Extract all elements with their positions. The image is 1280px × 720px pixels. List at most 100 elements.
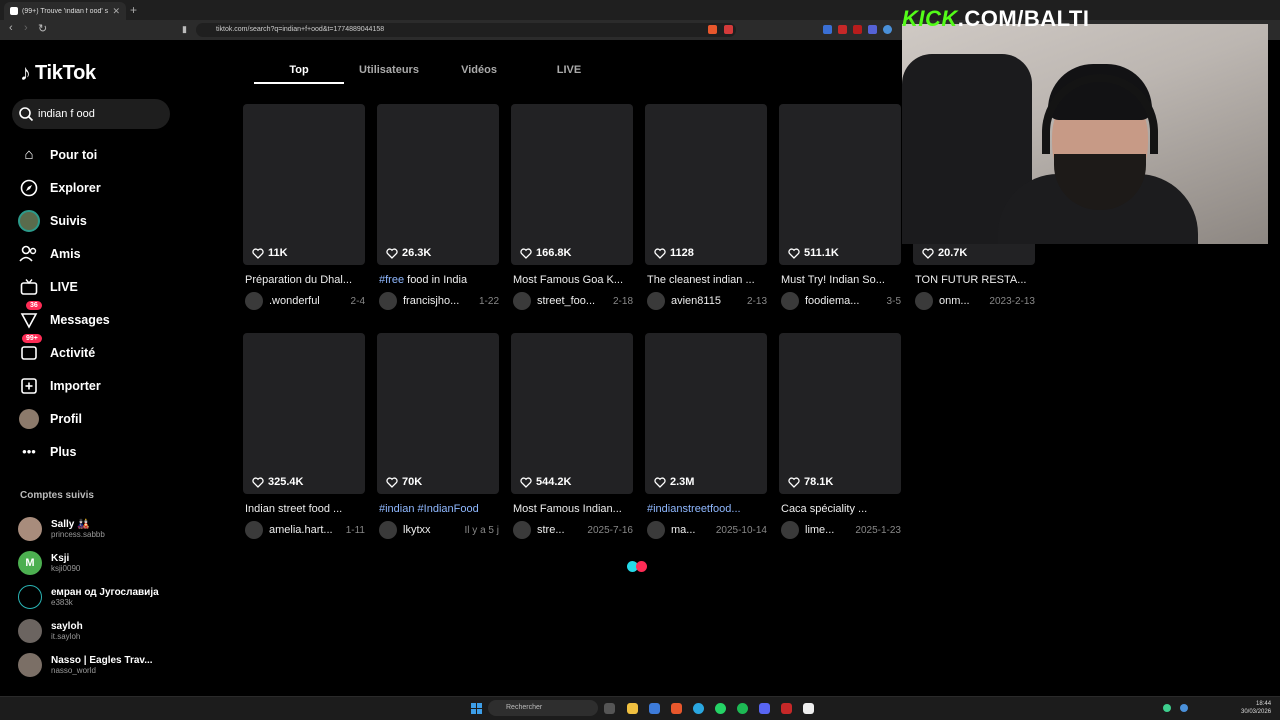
video-card[interactable]: 1128 The cleanest indian ... avien8115 2-13 (645, 104, 767, 310)
video-thumbnail[interactable]: 544.2K (511, 333, 633, 494)
profile-icon[interactable] (883, 25, 892, 34)
author-avatar[interactable] (379, 521, 397, 539)
tab-videos[interactable]: Vidéos (434, 58, 524, 84)
video-card[interactable]: 2.3M #indianstreetfood... ma... 2025-10-14 (645, 333, 767, 539)
video-thumbnail[interactable]: 511.1K (779, 104, 901, 265)
video-title[interactable]: Indian street food ... (243, 503, 365, 515)
tab-live[interactable]: LIVE (524, 58, 614, 84)
author-avatar[interactable] (781, 521, 799, 539)
author-avatar[interactable] (245, 292, 263, 310)
author-avatar[interactable] (781, 292, 799, 310)
author-name[interactable]: foodiema... (805, 295, 881, 307)
video-title[interactable]: #indian #IndianFood (377, 503, 499, 515)
followed-account[interactable]: M Ksji ksji0090 (18, 546, 188, 580)
author-name[interactable]: amelia.hart... (269, 524, 340, 536)
sidebar-item-pour-toi[interactable]: ⌂ Pour toi (18, 138, 178, 171)
video-thumbnail[interactable]: 26.3K (377, 104, 499, 265)
spotify-icon[interactable] (737, 703, 748, 714)
author-avatar[interactable] (647, 292, 665, 310)
brave-browser-icon[interactable] (671, 703, 682, 714)
extension-icon[interactable] (724, 25, 733, 34)
tiktok-logo[interactable]: ♪ TikTok (20, 60, 96, 86)
forward-icon[interactable]: › (24, 22, 28, 34)
video-hashtag[interactable]: #free (379, 274, 404, 286)
sidebar-item-messages[interactable]: 36 Messages (18, 301, 178, 336)
video-card[interactable]: 544.2K Most Famous Indian... stre... 2025-7… (511, 333, 633, 539)
discord-icon[interactable] (759, 703, 770, 714)
video-title[interactable]: Most Famous Indian... (511, 503, 633, 515)
video-card[interactable]: 11K Préparation du Dhal... .wonderful 2-4 (243, 104, 365, 310)
file-explorer-icon[interactable] (627, 703, 638, 714)
reload-icon[interactable]: ↻ (38, 22, 47, 35)
sidebar-item-plus[interactable]: ••• Plus (18, 435, 178, 468)
tab-utilisateurs[interactable]: Utilisateurs (344, 58, 434, 84)
video-card[interactable]: 325.4K Indian street food ... amelia.hart.… (243, 333, 365, 539)
author-avatar[interactable] (915, 292, 933, 310)
sidebar-item-explorer[interactable]: Explorer (18, 171, 178, 204)
video-title[interactable]: Caca spéciality ... (779, 503, 901, 515)
video-thumbnail[interactable]: 11K (243, 104, 365, 265)
tray-icon[interactable] (1180, 704, 1188, 712)
video-thumbnail[interactable]: 1128 (645, 104, 767, 265)
video-card[interactable]: 78.1K Caca spéciality ... lime... 2025-1-23 (779, 333, 901, 539)
author-name[interactable]: avien8115 (671, 295, 741, 307)
followed-account[interactable]: sayloh it.sayloh (18, 614, 188, 648)
video-hashtag[interactable]: #indianstreetfood... (647, 503, 741, 515)
video-hashtag[interactable]: #indian #IndianFood (379, 503, 479, 515)
video-card[interactable]: 26.3K #free food in India francisjho... 1-2… (377, 104, 499, 310)
sidebar-item-amis[interactable]: Amis (18, 237, 178, 270)
taskview-icon[interactable] (604, 703, 615, 714)
notion-icon[interactable] (803, 703, 814, 714)
video-title[interactable]: Most Famous Goa K... (511, 274, 633, 286)
sidebar-item-suivis[interactable]: Suivis (18, 204, 178, 237)
video-title[interactable]: #indianstreetfood... (645, 503, 767, 515)
author-name[interactable]: francisjho... (403, 295, 473, 307)
author-name[interactable]: lkytxx (403, 524, 459, 536)
video-thumbnail[interactable]: 70K (377, 333, 499, 494)
author-name[interactable]: ma... (671, 524, 710, 536)
bookmark-icon[interactable]: ▮ (182, 24, 187, 35)
extension-icon[interactable] (853, 25, 862, 34)
whatsapp-icon[interactable] (715, 703, 726, 714)
search-input[interactable] (38, 108, 158, 120)
video-card[interactable]: 166.8K Most Famous Goa K... street_foo... 2… (511, 104, 633, 310)
followed-account[interactable]: Sally 🎎 princess.sabbb (18, 512, 188, 546)
video-card[interactable]: 511.1K Must Try! Indian So... foodiema... 3… (779, 104, 901, 310)
sidebar-item-activite[interactable]: 99+ Activité (18, 334, 178, 369)
author-avatar[interactable] (513, 521, 531, 539)
sidebar-item-profil[interactable]: Profil (18, 402, 178, 435)
system-clock[interactable]: 18:44 30/03/2026 (1241, 700, 1271, 716)
author-avatar[interactable] (647, 521, 665, 539)
video-title[interactable]: Préparation du Dhal... (243, 274, 365, 286)
url-bar[interactable]: tiktok.com/search?q=indian+f+ood&t=17748… (196, 23, 736, 37)
close-tab-icon[interactable]: ✕ (112, 6, 120, 17)
author-name[interactable]: stre... (537, 524, 581, 536)
extension-icon[interactable] (823, 25, 832, 34)
author-avatar[interactable] (245, 521, 263, 539)
telegram-icon[interactable] (693, 703, 704, 714)
video-title[interactable]: #free food in India (377, 274, 499, 286)
video-card[interactable]: 70K #indian #IndianFood lkytxx Il y a 5 j (377, 333, 499, 539)
back-icon[interactable]: ‹ (9, 22, 13, 34)
author-avatar[interactable] (513, 292, 531, 310)
taskbar-search[interactable]: Rechercher (488, 700, 598, 716)
video-thumbnail[interactable]: 2.3M (645, 333, 767, 494)
video-title[interactable]: TON FUTUR RESTA... (913, 274, 1035, 286)
extension-icon[interactable] (838, 25, 847, 34)
sidebar-item-live[interactable]: LIVE (18, 270, 178, 303)
video-title[interactable]: The cleanest indian ... (645, 274, 767, 286)
followed-account[interactable]: Nasso | Eagles Trav... nasso_world (18, 648, 188, 682)
author-name[interactable]: street_foo... (537, 295, 607, 307)
followed-account[interactable]: емран од Југославија e383k (18, 580, 188, 614)
author-avatar[interactable] (379, 292, 397, 310)
tray-icon[interactable] (1163, 704, 1171, 712)
video-thumbnail[interactable]: 78.1K (779, 333, 901, 494)
windows-start-icon[interactable] (471, 703, 482, 714)
store-icon[interactable] (649, 703, 660, 714)
sidebar-item-importer[interactable]: Importer (18, 369, 178, 402)
author-name[interactable]: lime... (805, 524, 849, 536)
video-thumbnail[interactable]: 325.4K (243, 333, 365, 494)
new-tab-icon[interactable]: + (130, 3, 137, 17)
tab-top[interactable]: Top (254, 58, 344, 84)
brave-shield-icon[interactable] (708, 25, 717, 34)
